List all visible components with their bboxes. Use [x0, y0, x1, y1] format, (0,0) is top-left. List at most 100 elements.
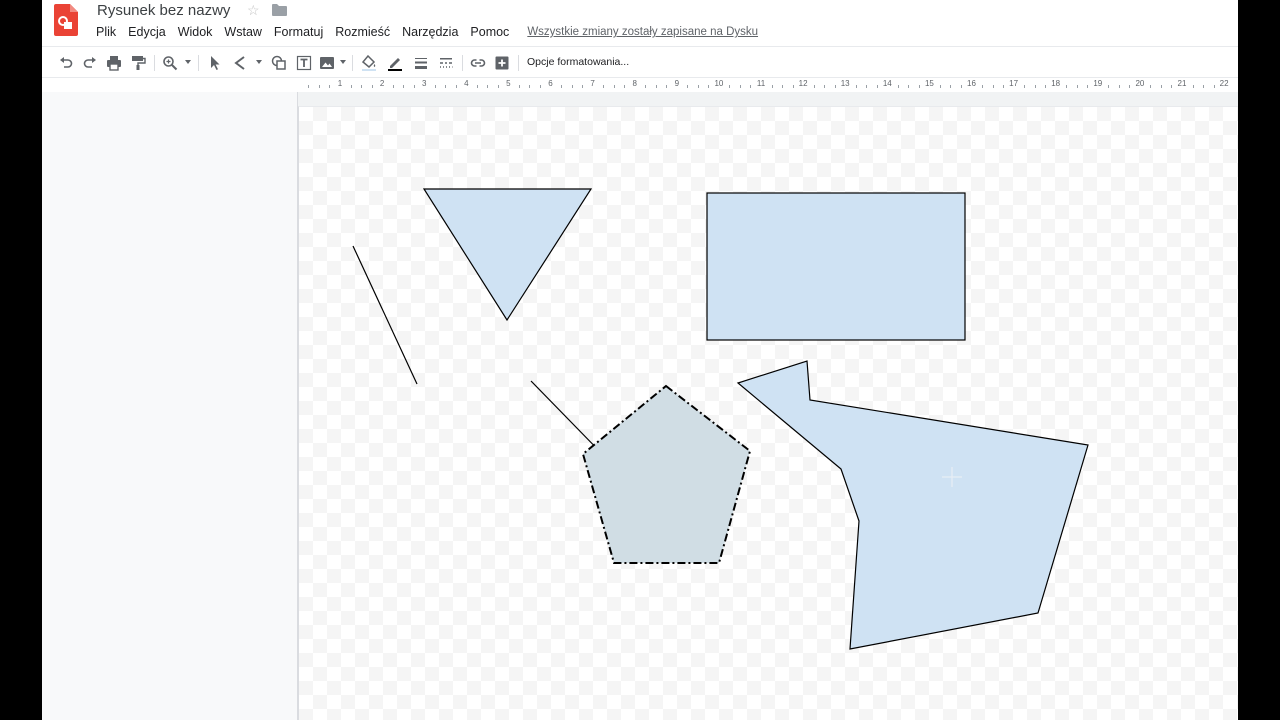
border-weight-icon[interactable] — [411, 53, 431, 73]
save-status-link[interactable]: Wszystkie zmiany zostały zapisane na Dys… — [527, 26, 758, 38]
ruler-label: 1 — [337, 79, 343, 88]
ruler-tick — [708, 85, 710, 88]
menu-pomoc[interactable]: Pomoc — [464, 23, 515, 41]
ruler-tick — [939, 85, 941, 88]
ruler-tick — [624, 85, 626, 88]
ruler-label: 15 — [924, 79, 934, 88]
image-dropdown-caret-icon[interactable] — [340, 60, 346, 64]
image-icon[interactable] — [317, 53, 337, 73]
add-comment-icon[interactable] — [492, 53, 512, 73]
ruler-tick — [687, 85, 689, 88]
line-icon[interactable] — [230, 53, 250, 73]
ruler-tick — [866, 85, 868, 88]
shape-icon[interactable] — [269, 53, 289, 73]
ruler-tick — [571, 85, 573, 88]
print-icon[interactable] — [104, 53, 124, 73]
dash-dot-pentagon-shape[interactable] — [581, 384, 752, 564]
border-dash-icon[interactable] — [436, 53, 456, 73]
rectangle-shape[interactable] — [706, 192, 966, 341]
ruler-tick — [350, 85, 352, 88]
document-title[interactable]: Rysunek bez nazwy — [97, 1, 230, 21]
ruler-label: 16 — [967, 79, 976, 88]
ruler-label: 11 — [756, 79, 766, 88]
ruler-tick — [1045, 85, 1047, 88]
menu-wstaw[interactable]: Wstaw — [218, 23, 268, 41]
ruler-tick — [1108, 85, 1110, 88]
ruler-label: 21 — [1177, 79, 1187, 88]
ruler-tick — [750, 85, 752, 88]
horizontal-ruler[interactable]: 1 2 3 4 5 6 7 8 9 10 11 12 13 14 15 16 17 18 19 20 21 22 — [298, 78, 1238, 92]
ruler-tick — [918, 85, 920, 88]
menu-widok[interactable]: Widok — [172, 23, 219, 41]
ruler-tick — [1076, 85, 1078, 88]
text-box-icon[interactable] — [294, 53, 314, 73]
ruler-tick — [666, 85, 668, 88]
ruler-tick — [992, 85, 994, 88]
ruler-tick — [950, 85, 952, 88]
ruler-tick — [982, 85, 984, 88]
redo-icon[interactable] — [80, 53, 100, 73]
inverted-triangle-shape[interactable] — [422, 188, 593, 322]
ruler-tick — [455, 85, 457, 88]
diagonal-line-left[interactable] — [352, 245, 418, 385]
toolbar: Opcje formatowania... — [42, 46, 1238, 78]
ruler-tick — [813, 85, 815, 88]
menu-narzedzia[interactable]: Narzędzia — [396, 23, 464, 41]
ruler-label: 14 — [882, 79, 892, 88]
ruler-tick — [329, 85, 331, 88]
border-color-icon[interactable] — [385, 53, 405, 73]
ruler-tick — [1003, 85, 1005, 88]
ruler-tick — [529, 85, 531, 88]
ruler-tick — [739, 85, 741, 88]
menu-edycja[interactable]: Edycja — [122, 23, 172, 41]
zoom-dropdown-caret-icon[interactable] — [185, 60, 191, 64]
ruler-tick — [308, 85, 310, 88]
ruler-label: 20 — [1135, 79, 1145, 88]
paint-format-icon[interactable] — [128, 53, 148, 73]
ruler-tick — [1171, 85, 1173, 88]
ruler-row: 1 2 3 4 5 6 7 8 9 10 11 12 13 14 15 16 17 18 19 20 21 22 — [42, 78, 1238, 92]
menu-rozmiesc[interactable]: Rozmieść — [329, 23, 396, 41]
menu-plik[interactable]: Plik — [90, 23, 122, 41]
ruler-tick — [476, 85, 478, 88]
freeform-polygon-shape[interactable] — [736, 360, 1089, 650]
ruler-tick — [1118, 85, 1120, 88]
ruler-tick — [645, 85, 647, 88]
ruler-tick — [908, 85, 910, 88]
ruler-tick — [1066, 85, 1068, 88]
ruler-tick — [371, 85, 373, 88]
ruler-tick — [392, 85, 394, 88]
menu-formatuj[interactable]: Formatuj — [268, 23, 329, 41]
ruler-tick — [824, 85, 826, 88]
select-icon[interactable] — [205, 53, 225, 73]
link-icon[interactable] — [468, 53, 488, 73]
ruler-tick — [539, 85, 541, 88]
ruler-label: 18 — [1051, 79, 1061, 88]
drawing-canvas[interactable] — [298, 106, 1238, 720]
ruler-tick — [897, 85, 899, 88]
zoom-icon[interactable] — [160, 53, 180, 73]
format-options-button[interactable]: Opcje formatowania... — [527, 56, 629, 68]
line-dropdown-caret-icon[interactable] — [256, 60, 262, 64]
ruler-label: 19 — [1093, 79, 1103, 88]
ruler-tick — [445, 85, 447, 88]
google-drawings-logo-icon[interactable] — [54, 4, 78, 36]
folder-icon[interactable] — [272, 4, 287, 16]
drawing-app-window: Rysunek bez nazwy ☆ Plik Edycja Widok Ws… — [42, 0, 1238, 720]
ruler-tick — [613, 85, 615, 88]
ruler-tick — [876, 85, 878, 88]
ruler-tick — [603, 85, 605, 88]
star-icon[interactable]: ☆ — [247, 2, 260, 19]
ruler-tick — [1192, 85, 1194, 88]
ruler-label: 17 — [1009, 79, 1019, 88]
fill-color-icon[interactable] — [359, 53, 379, 73]
ruler-label: 13 — [840, 79, 850, 88]
ruler-tick — [1129, 85, 1131, 88]
ruler-tick — [497, 85, 499, 88]
menu-bar: Plik Edycja Widok Wstaw Formatuj Rozmieś… — [90, 23, 758, 41]
ruler-tick — [697, 85, 699, 88]
ruler-tick — [1024, 85, 1026, 88]
ruler-tick — [855, 85, 857, 88]
ruler-tick — [782, 85, 784, 88]
undo-icon[interactable] — [56, 53, 76, 73]
